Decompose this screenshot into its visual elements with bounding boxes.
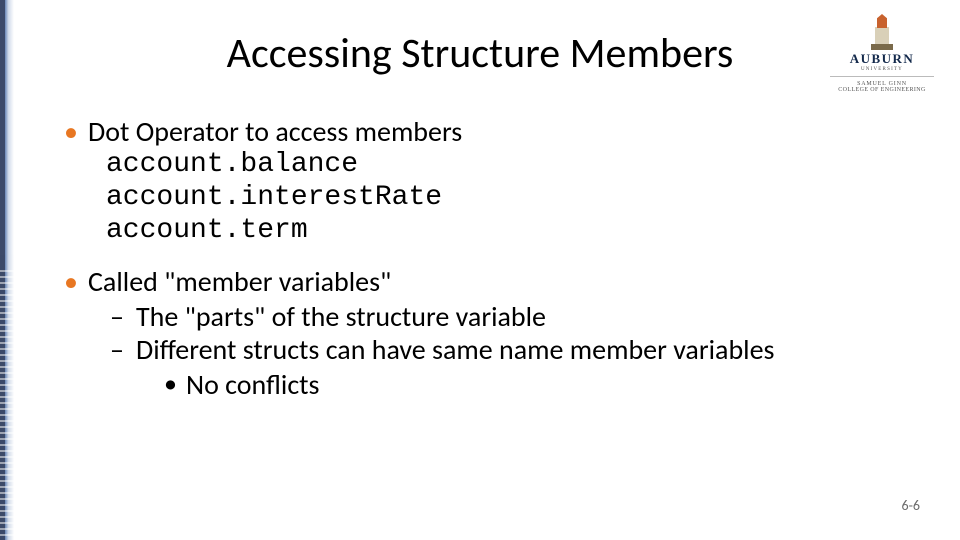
slide: AUBURN UNIVERSITY SAMUEL GINN COLLEGE OF… [0,0,960,540]
slide-title: Accessing Structure Members [0,28,960,79]
bullet-1: Dot Operator to access members account.b… [60,115,920,247]
logo-subtitle-2: COLLEGE OF ENGINEERING [822,87,942,93]
slide-body: Dot Operator to access members account.b… [60,115,920,419]
bullet-2-2: Different structs can have same name mem… [110,333,920,401]
bullet-2-1: The "parts" of the structure variable [110,300,920,333]
bullet-2-1-text: The "parts" of the structure variable [136,299,546,334]
bullet-2-2-1-text: No conflicts [186,367,320,402]
code-line: account.term [106,214,920,247]
bullet-2-2-text: Different structs can have same name mem… [136,332,774,367]
bullet-2-text: Called "member variables" [88,264,391,299]
bullet-1-text: Dot Operator to access members [88,114,462,149]
code-block: account.balance account.interestRate acc… [106,148,920,247]
bullet-2-2-1: No conflicts [164,368,920,401]
code-line: account.interestRate [106,181,920,214]
left-accent-bar [0,0,14,540]
code-line: account.balance [106,148,920,181]
page-number: 6-6 [902,497,920,514]
bullet-2: Called "member variables" The "parts" of… [60,265,920,401]
